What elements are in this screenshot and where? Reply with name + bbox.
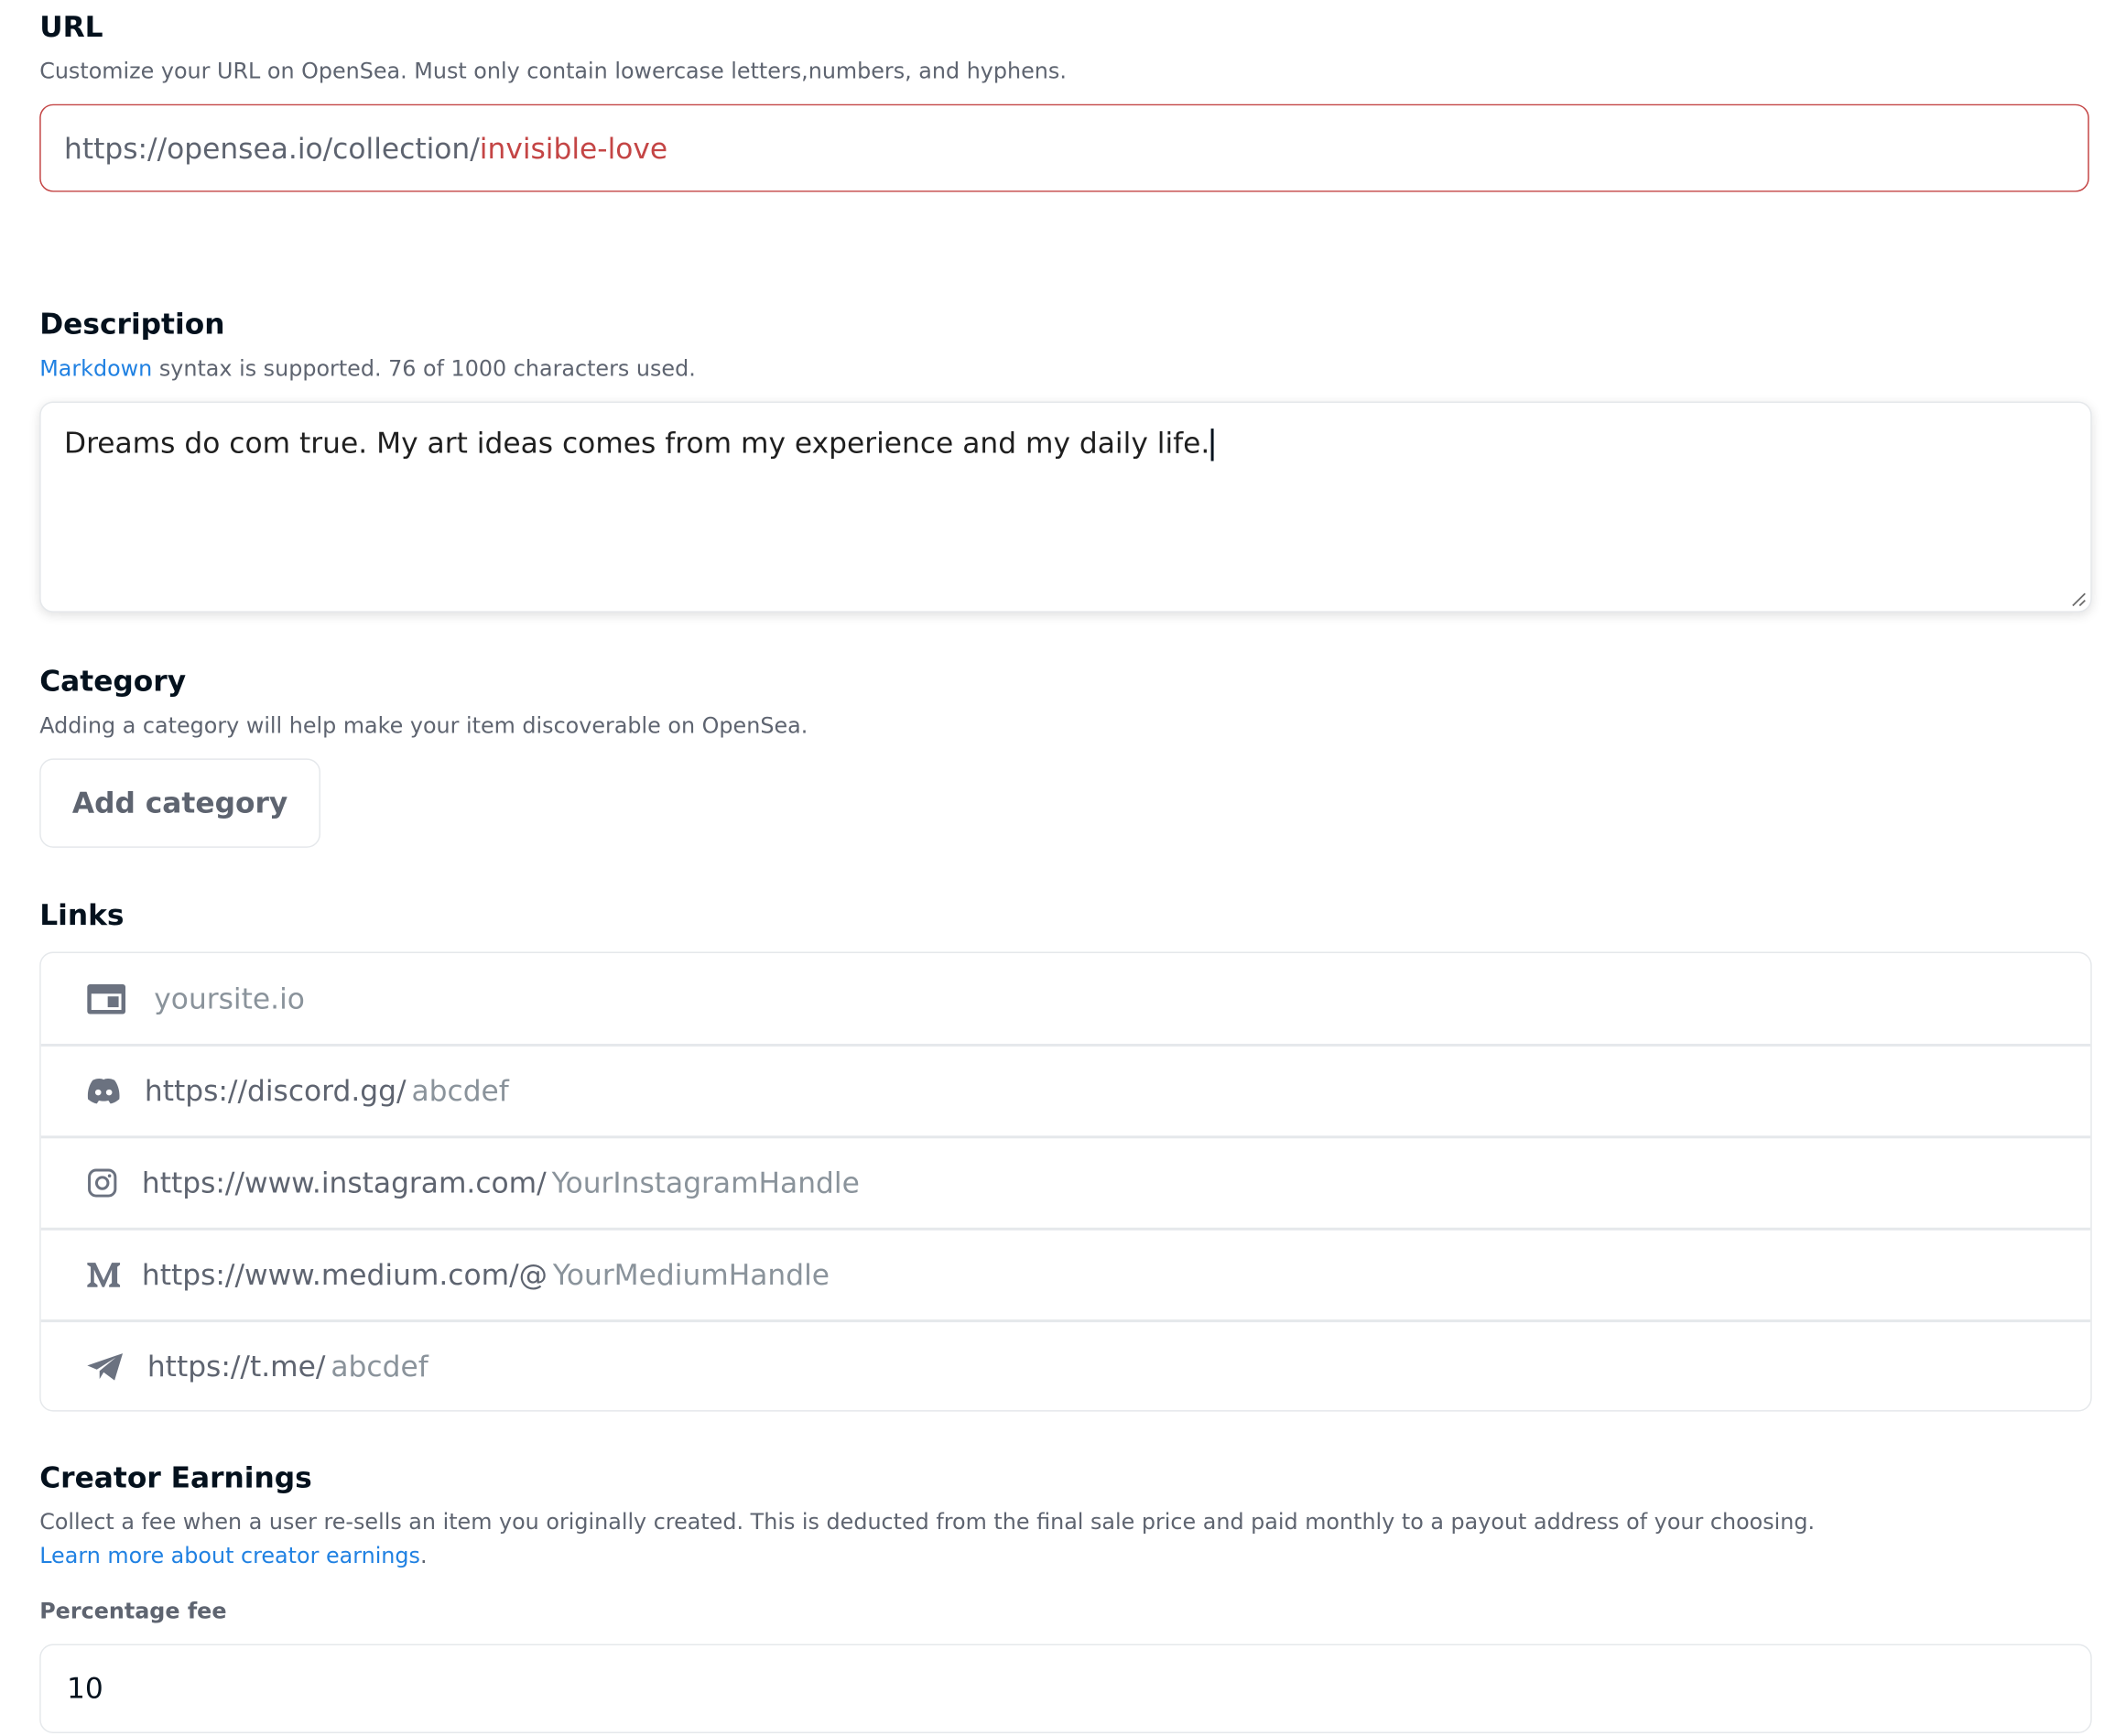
links-heading: Links <box>39 898 125 932</box>
description-help-text: Markdown syntax is supported. 76 of 1000… <box>39 355 696 383</box>
links-group: yoursite.io https://discord.gg/abcdef ht… <box>39 951 2092 1412</box>
collection-settings-form: URL Customize your URL on OpenSea. Must … <box>0 0 2115 1736</box>
percentage-fee-input[interactable]: 10 <box>39 1644 2092 1734</box>
telegram-link-input[interactable]: https://t.me/abcdef <box>41 1321 2091 1410</box>
website-icon <box>86 982 127 1014</box>
instagram-placeholder: YourInstagramHandle <box>551 1166 860 1199</box>
url-input[interactable]: https://opensea.io/collection/invisible-… <box>39 103 2089 192</box>
resize-handle-icon[interactable] <box>2070 591 2087 607</box>
discord-link-input[interactable]: https://discord.gg/abcdef <box>41 1045 2091 1136</box>
telegram-placeholder: abcdef <box>331 1351 428 1383</box>
creator-earnings-help-text: Collect a fee when a user re-sells an it… <box>39 1508 1816 1535</box>
url-prefix: https://opensea.io/collection/ <box>64 131 480 165</box>
discord-prefix: https://discord.gg/ <box>144 1074 407 1108</box>
percentage-fee-label: Percentage fee <box>39 1598 227 1624</box>
percentage-fee-value: 10 <box>66 1672 103 1705</box>
category-heading: Category <box>39 665 187 698</box>
add-category-button[interactable]: Add category <box>39 758 321 848</box>
description-help-rest: syntax is supported. 76 of 1000 characte… <box>152 355 696 382</box>
learn-more-link[interactable]: Learn more about creator earnings <box>39 1543 420 1568</box>
text-caret <box>1210 429 1214 461</box>
learn-more-line: Learn more about creator earnings. <box>39 1543 427 1570</box>
medium-placeholder: YourMediumHandle <box>552 1258 830 1292</box>
website-link-input[interactable]: yoursite.io <box>41 953 2091 1045</box>
discord-icon <box>86 1078 122 1105</box>
url-heading: URL <box>39 10 103 44</box>
description-heading: Description <box>39 308 225 342</box>
learn-more-suffix: . <box>419 1542 428 1568</box>
telegram-icon <box>86 1352 125 1382</box>
discord-placeholder: abcdef <box>411 1074 509 1108</box>
creator-earnings-heading: Creator Earnings <box>39 1461 312 1494</box>
description-value: Dreams do com true. My art ideas comes f… <box>64 427 1210 461</box>
medium-prefix: https://www.medium.com/@ <box>141 1258 548 1292</box>
telegram-prefix: https://t.me/ <box>146 1351 326 1383</box>
instagram-prefix: https://www.instagram.com/ <box>141 1166 547 1199</box>
medium-icon <box>86 1260 122 1289</box>
category-help-text: Adding a category will help make your it… <box>39 712 808 739</box>
url-help-text: Customize your URL on OpenSea. Must only… <box>39 58 1067 84</box>
description-textarea[interactable]: Dreams do com true. My art ideas comes f… <box>39 401 2092 613</box>
medium-link-input[interactable]: https://www.medium.com/@ YourMediumHandle <box>41 1229 2091 1320</box>
instagram-icon <box>87 1168 117 1198</box>
website-placeholder: yoursite.io <box>154 982 305 1015</box>
instagram-link-input[interactable]: https://www.instagram.com/YourInstagramH… <box>41 1137 2091 1229</box>
url-value: invisible-love <box>479 131 668 165</box>
markdown-link[interactable]: Markdown <box>39 355 152 381</box>
